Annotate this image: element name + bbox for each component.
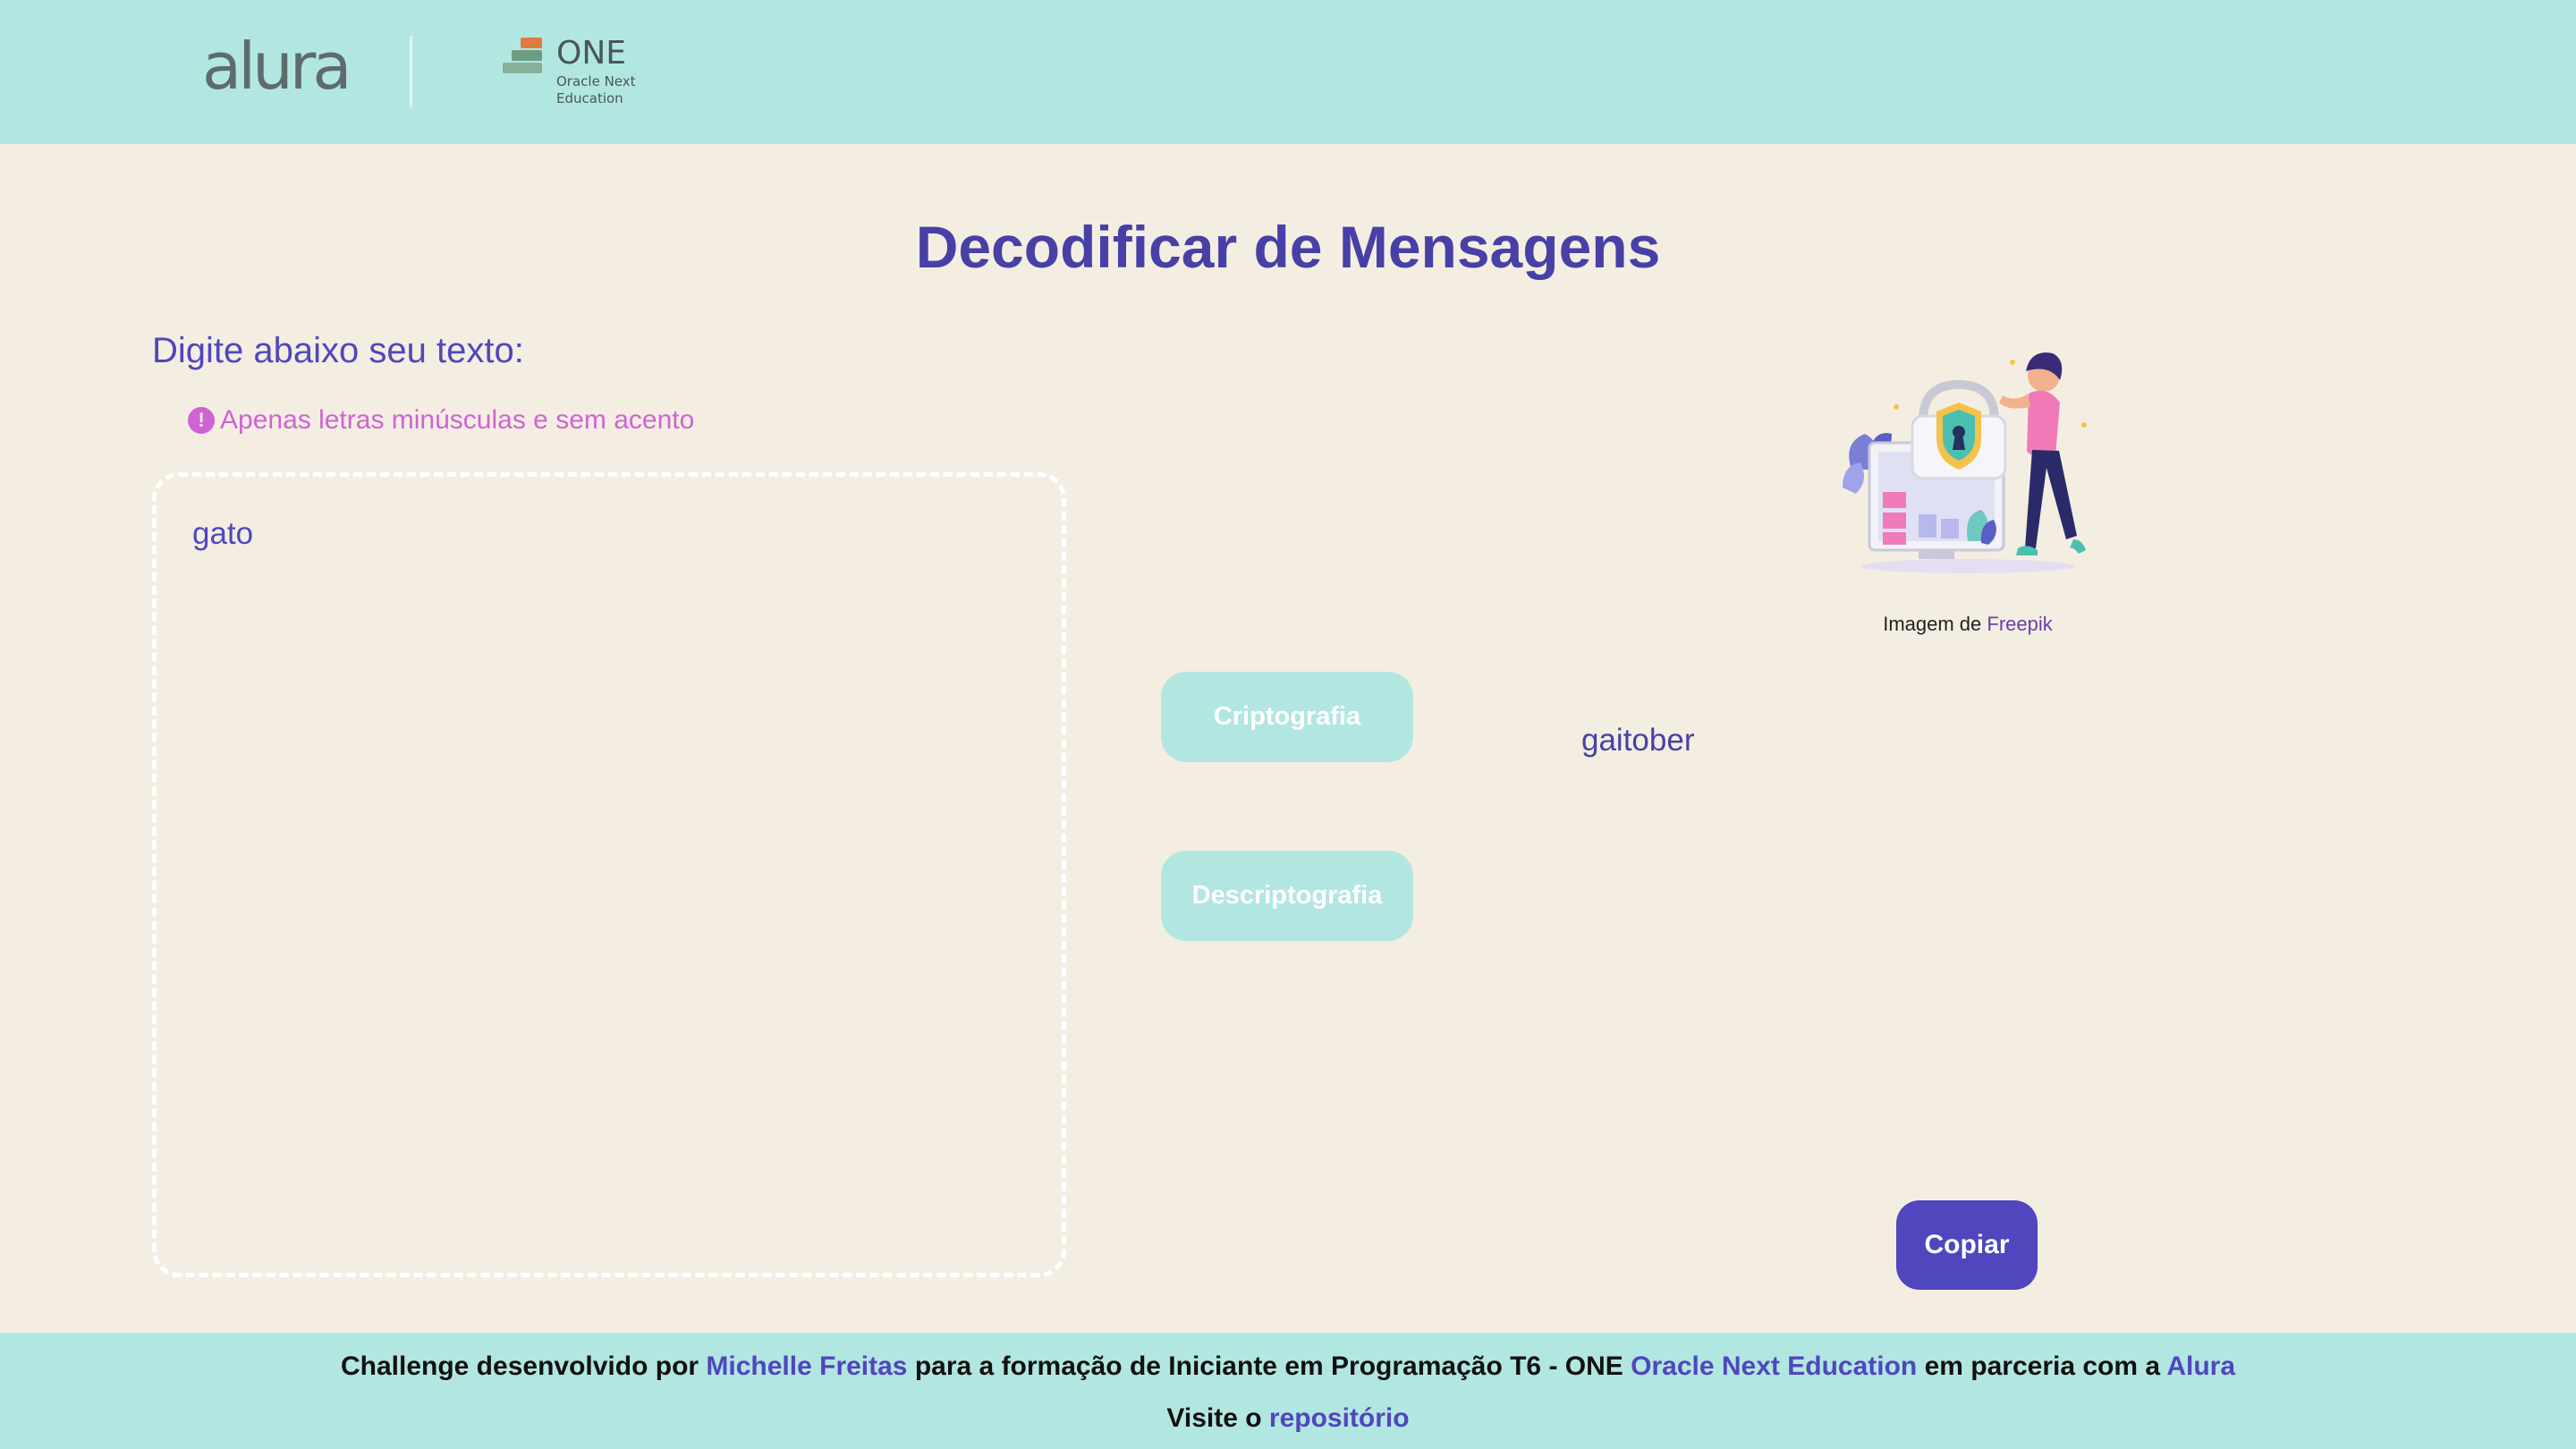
footer-repository: Visite o repositório: [0, 1401, 2576, 1436]
one-logo-subtitle: Oracle Next Education: [556, 73, 646, 107]
exclamation-icon: !: [188, 407, 215, 434]
program-link[interactable]: Oracle Next Education: [1631, 1352, 1917, 1381]
one-logo-subtitle-line1: Oracle Next: [556, 73, 636, 89]
alura-logo[interactable]: alura: [202, 30, 352, 102]
image-credit: Imagem de Freepik: [1789, 612, 2147, 637]
header-divider: [410, 36, 412, 107]
page-title: Decodificar de Mensagens: [915, 214, 1661, 280]
input-label: Digite abaixo seu texto:: [152, 331, 524, 370]
one-logo[interactable]: ONE Oracle Next Education: [501, 36, 644, 107]
footer-text-1: Challenge desenvolvido por: [340, 1352, 699, 1381]
partner-link[interactable]: Alura: [2166, 1352, 2235, 1381]
message-input[interactable]: gato: [152, 472, 1066, 1277]
freepik-link[interactable]: Freepik: [1987, 613, 2052, 635]
site-footer: Challenge desenvolvido por Michelle Frei…: [0, 1333, 2576, 1449]
warning-message: ! Apenas letras minúsculas e sem acento: [188, 404, 694, 436]
image-credit-prefix: Imagem de: [1883, 613, 1982, 635]
encrypt-button[interactable]: Criptografia: [1161, 672, 1413, 762]
author-link[interactable]: Michelle Freitas: [706, 1352, 907, 1381]
footer-credits: Challenge desenvolvido por Michelle Frei…: [0, 1349, 2576, 1385]
site-header: alura ONE Oracle Next Education: [0, 0, 2576, 144]
one-logo-icon: [503, 38, 542, 73]
footer-text-3: em parceria com a: [1924, 1352, 2161, 1381]
one-logo-subtitle-line2: Education: [556, 90, 623, 106]
decrypt-button[interactable]: Descriptografia: [1161, 851, 1413, 941]
one-logo-title: ONE: [556, 35, 627, 72]
copy-button[interactable]: Copiar: [1896, 1200, 2038, 1290]
footer-text-2: para a formação de Iniciante em Programa…: [914, 1352, 1623, 1381]
security-illustration: [1843, 352, 2087, 573]
footer-visit-text: Visite o: [1166, 1403, 1262, 1433]
warning-text: Apenas letras minúsculas e sem acento: [220, 405, 695, 435]
page: alura ONE Oracle Next Education Decodifi…: [0, 0, 2576, 1449]
output-text: gaitober: [1581, 723, 1695, 758]
repository-link[interactable]: repositório: [1269, 1403, 1410, 1433]
